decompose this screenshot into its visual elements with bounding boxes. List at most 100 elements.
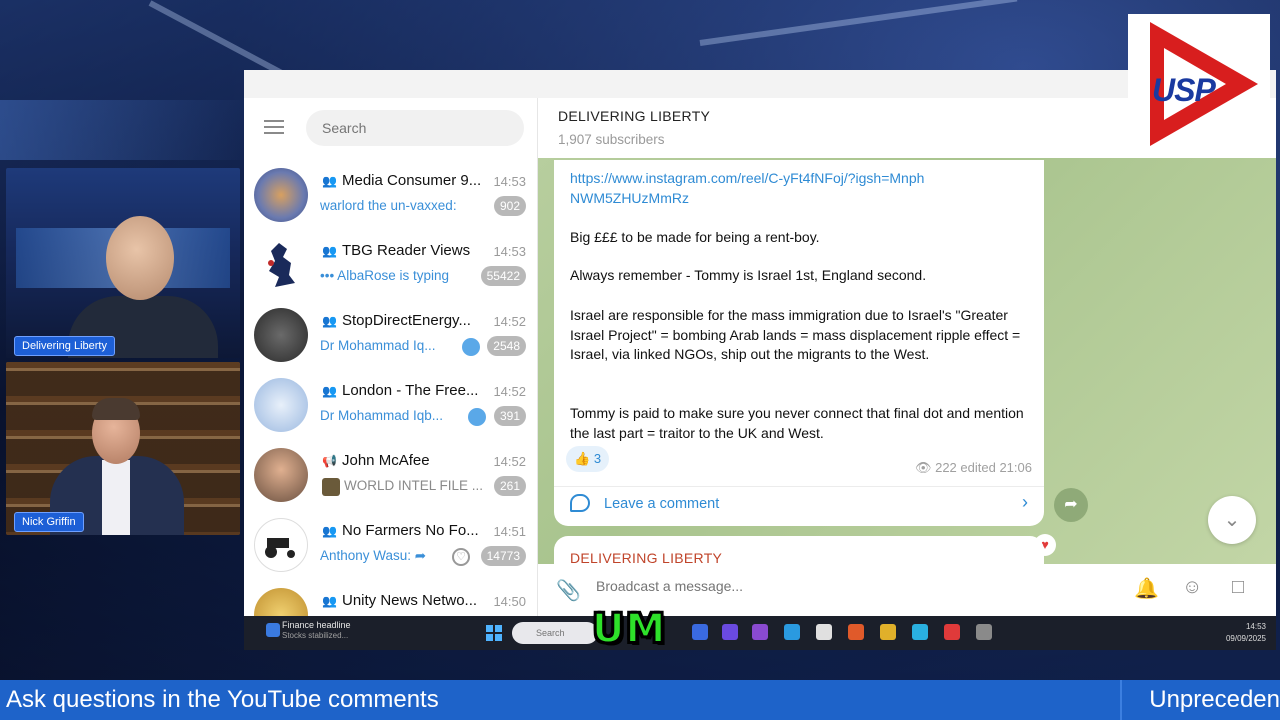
chat-avatar (254, 238, 308, 292)
chat-title: 👥 No Farmers No Fo... (322, 522, 482, 539)
message-meta: 👁 222 edited 21:06 (915, 460, 1032, 476)
group-icon: 👥 (322, 524, 337, 538)
divider (554, 486, 1044, 487)
bell-icon[interactable]: 🔔 (1134, 576, 1159, 601)
search-input[interactable] (306, 110, 524, 146)
chat-list-panel: 👥 Media Consumer 9... 14:53 warlord the u… (244, 98, 538, 616)
sticker-icon[interactable]: □ (1232, 576, 1244, 599)
app-icon[interactable] (722, 624, 738, 640)
chat-item[interactable]: 👥 Media Consumer 9... 14:53 warlord the u… (244, 160, 538, 230)
chat-item[interactable]: 👥 No Farmers No Fo... 14:51 Anthony Wasu:… (244, 510, 538, 580)
taskbar-search[interactable] (512, 622, 598, 644)
chat-avatar (254, 378, 308, 432)
menu-icon[interactable] (264, 120, 284, 138)
chat-item[interactable]: 👥 TBG Reader Views 14:53 ••• AlbaRose is … (244, 230, 538, 300)
studio-glow (0, 100, 260, 160)
sender-avatar-icon (462, 338, 480, 356)
studio-light-bar (699, 0, 1018, 46)
news-subtitle: Stocks stabilized... (282, 631, 349, 640)
message-paragraph: Always remember - Tommy is Israel 1st, E… (570, 267, 927, 283)
folder-icon[interactable] (880, 624, 896, 640)
unread-badge: 902 (493, 196, 526, 216)
app-icon[interactable] (692, 624, 708, 640)
chat-preview: Dr Mohammad Iq... (320, 338, 436, 353)
chat-avatar (254, 588, 308, 616)
unread-badge: 14773 (480, 546, 526, 566)
group-icon: 👥 (322, 594, 337, 608)
store-icon[interactable] (816, 624, 832, 640)
group-icon: 👥 (322, 174, 337, 188)
attach-icon[interactable]: 📎 (556, 578, 581, 603)
chat-preview: Anthony Wasu: ➦ (320, 548, 427, 563)
presenter-camera-2: Nick Griffin (6, 362, 240, 535)
chevron-right-icon[interactable]: › (1022, 492, 1028, 513)
app-icon[interactable] (944, 624, 960, 640)
thumbs-up-icon: 👍 (574, 451, 591, 466)
chat-item[interactable]: 👥 Unity News Netwo... 14:50 (244, 580, 538, 616)
broadcast-input[interactable] (596, 578, 1016, 594)
chat-time: 14:51 (493, 524, 526, 539)
ticker-scrolling-text: Unpreceden (1149, 686, 1280, 713)
chat-title-text: Unity News Netwo... (342, 592, 478, 609)
chat-title: 👥 Media Consumer 9... (322, 172, 482, 189)
clock-time: 14:53 (1245, 622, 1266, 631)
chat-item[interactable]: 📢 John McAfee 14:52 WORLD INTEL FILE ... … (244, 440, 538, 510)
unread-badge: 55422 (480, 266, 526, 286)
chat-time: 14:53 (493, 174, 526, 189)
presenter-shirt (102, 460, 130, 535)
group-icon: 👥 (322, 244, 337, 258)
logo-text: USP (1152, 72, 1216, 108)
chat-item[interactable]: 👥 StopDirectEnergy... 14:52 Dr Mohammad I… (244, 300, 538, 370)
chat-avatar (254, 518, 308, 572)
chat-title: 👥 TBG Reader Views (322, 242, 482, 259)
leave-comment-button[interactable]: Leave a comment (604, 496, 719, 512)
preview-thumbnail-icon (322, 478, 340, 496)
view-count: 222 (935, 460, 957, 475)
chat-time: 14:50 (493, 594, 526, 609)
subscriber-count: 1,907 subscribers (558, 132, 665, 147)
telegram-icon[interactable] (912, 624, 928, 640)
chat-avatar (254, 308, 308, 362)
message-paragraph: Big £££ to be made for being a rent-boy. (570, 229, 820, 245)
app-icon[interactable] (752, 624, 768, 640)
unread-badge: 261 (493, 476, 526, 496)
chat-preview: WORLD INTEL FILE ... (344, 478, 484, 493)
ticker-message: Ask questions in the YouTube comments (6, 686, 439, 713)
tractor-icon (265, 538, 295, 558)
channel-name: DELIVERING LIBERTY (558, 108, 711, 124)
message-link[interactable]: https://www.instagram.com/reel/C-yFt4fNF… (570, 168, 930, 208)
chat-time: 14:53 (493, 244, 526, 259)
message-paragraph: Israel are responsible for the mass immi… (570, 307, 1021, 362)
system-clock[interactable]: 14:53 09/09/2025 (1226, 621, 1266, 645)
news-widget[interactable]: Finance headline Stocks stabilized... (266, 620, 382, 640)
reaction-count: 3 (593, 451, 602, 466)
chat-title: 👥 London - The Free... (322, 382, 482, 399)
share-icon[interactable]: ➦ (1054, 488, 1088, 522)
reaction-chip[interactable]: 👍 3 (566, 446, 610, 472)
chat-preview: warlord the un-vaxxed: (320, 198, 457, 213)
heart-icon: ♡ (452, 548, 470, 566)
channel-panel: DELIVERING LIBERTY 1,907 subscribers htt… (538, 98, 1276, 616)
group-icon: 👥 (322, 314, 337, 328)
scroll-down-button[interactable]: ⌄ (1208, 496, 1256, 544)
sender-avatar-icon (468, 408, 486, 426)
telegram-window: 👥 Media Consumer 9... 14:53 warlord the u… (244, 70, 1276, 616)
megaphone-icon: 📢 (322, 454, 337, 468)
chat-item[interactable]: 👥 London - The Free... 14:52 Dr Mohammad … (244, 370, 538, 440)
chat-preview: ••• AlbaRose is typing (320, 268, 449, 283)
chat-title-text: London - The Free... (342, 382, 479, 399)
chat-title: 👥 Unity News Netwo... (322, 592, 482, 609)
settings-icon[interactable] (976, 624, 992, 640)
emoji-icon[interactable]: ☺ (1182, 576, 1202, 599)
usp-logo: USP (1128, 14, 1270, 154)
chat-time: 14:52 (493, 314, 526, 329)
edge-icon[interactable] (784, 624, 800, 640)
windows-start-icon[interactable] (486, 625, 502, 641)
chat-title-text: StopDirectEnergy... (342, 312, 471, 329)
chat-preview: Dr Mohammad Iqb... (320, 408, 444, 423)
edited-time: edited 21:06 (960, 460, 1032, 475)
brave-icon[interactable] (848, 624, 864, 640)
subtitle-caption: UM (591, 605, 667, 653)
chat-avatar (254, 168, 308, 222)
ticker-separator (1120, 680, 1122, 720)
